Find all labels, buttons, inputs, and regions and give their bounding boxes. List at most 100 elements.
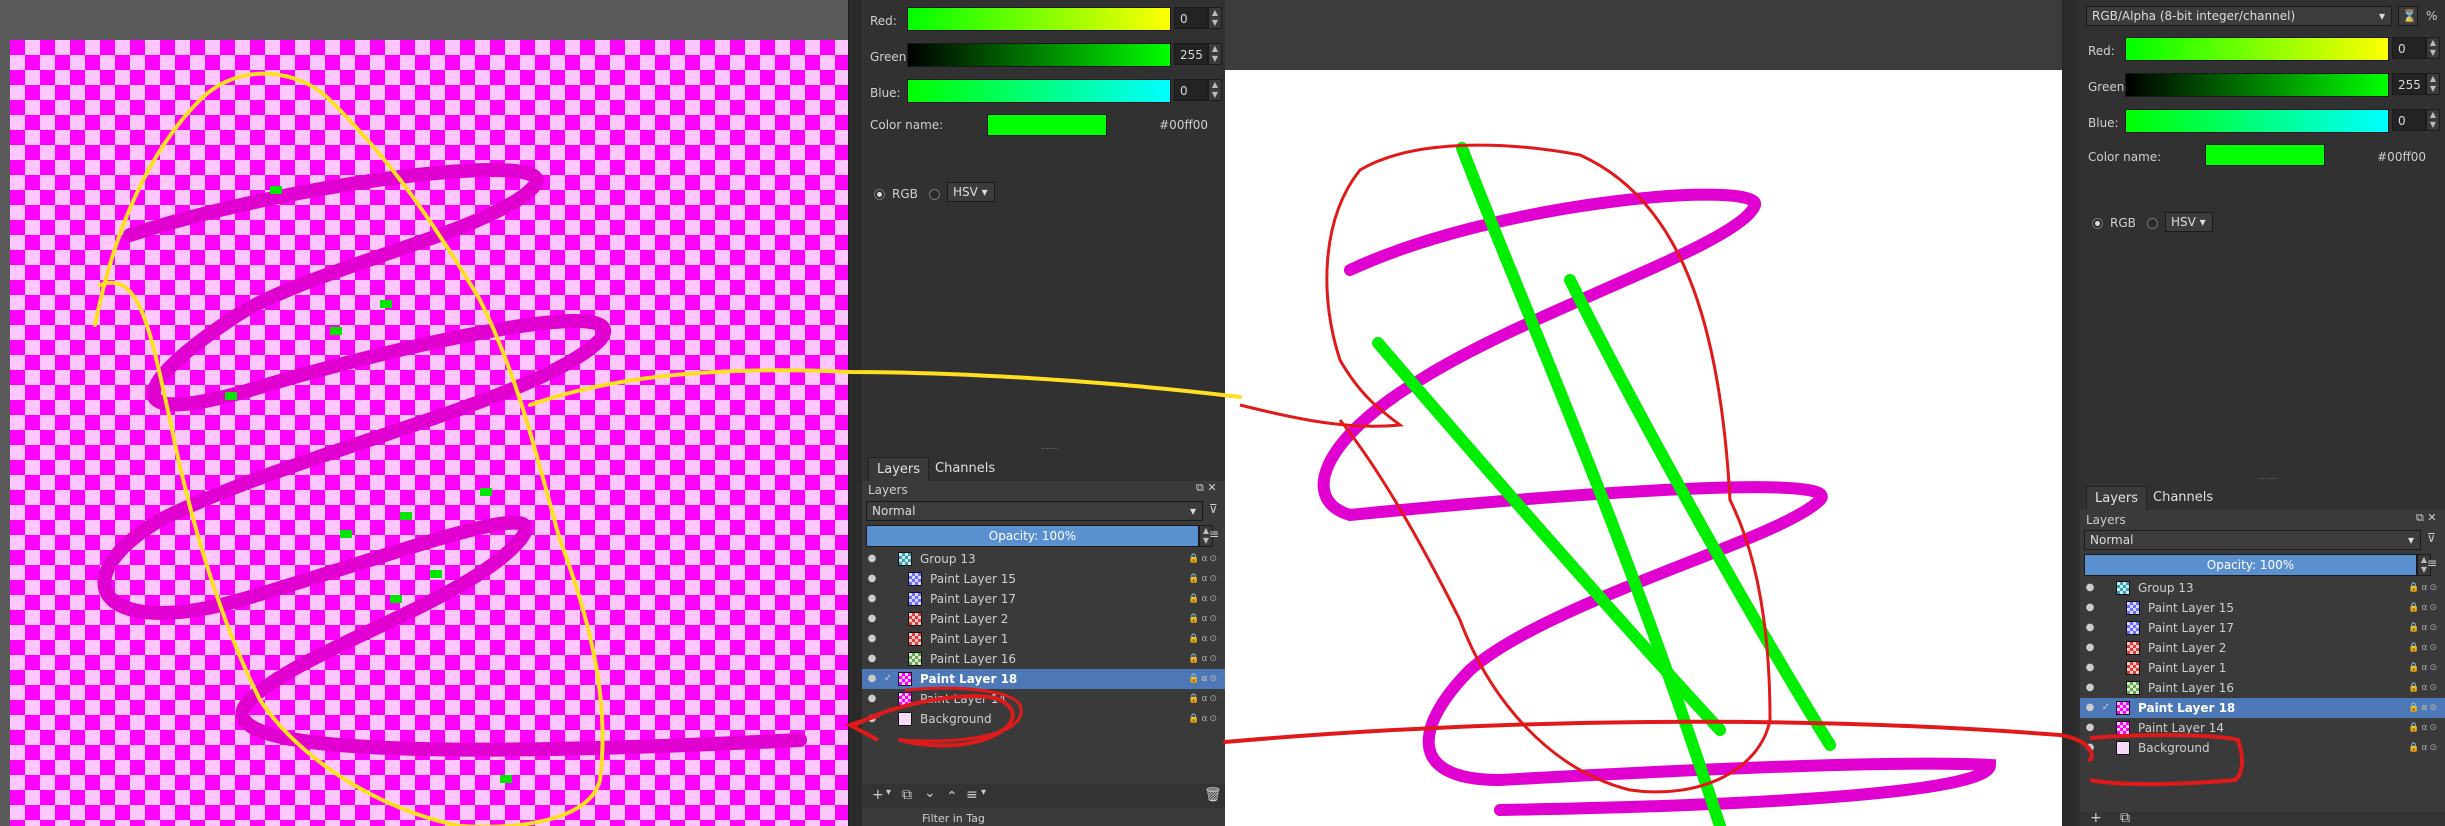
tab-channels[interactable]: Channels [927,457,1003,481]
active-check-icon[interactable] [882,613,894,625]
green-slider[interactable] [907,43,1171,67]
layer-menu-icon[interactable]: ≡ [1209,527,1219,541]
active-check-icon[interactable] [882,653,894,665]
active-check-icon[interactable] [2100,722,2112,734]
right-red-spin[interactable]: ▲ ▼ [2426,37,2440,59]
eye-icon[interactable]: ● [2084,682,2096,694]
left-layer-row[interactable]: ● Paint Layer 1 🔒α⊙ [862,629,1225,649]
add-layer-menu-icon[interactable]: ▾ [886,787,891,798]
eye-icon[interactable]: ● [2084,622,2096,634]
layer-properties-icons[interactable]: 🔒α⊙ [2408,738,2439,758]
right-float-icon[interactable]: ⧉ ✕ [2416,511,2437,525]
eye-icon[interactable]: ● [866,653,878,665]
right-duplicate-layer-button[interactable]: ⧉ [2120,810,2130,826]
right-red-slider[interactable] [2125,37,2389,61]
right-green-spin[interactable]: ▲ ▼ [2426,73,2440,95]
layer-properties-icons[interactable]: 🔒α⊙ [2408,718,2439,738]
layer-properties-icons[interactable]: 🔒α⊙ [1188,609,1219,629]
layer-properties-icons[interactable]: 🔒α⊙ [1188,669,1219,689]
active-check-icon[interactable]: ✓ [2100,702,2112,714]
layer-properties-icons[interactable]: 🔒α⊙ [2408,698,2439,718]
eye-icon[interactable]: ● [2084,662,2096,674]
right-opacity-slider[interactable]: Opacity: 100% [2084,554,2417,576]
right-filter-icon[interactable]: ⊽ [2427,531,2436,545]
eye-icon[interactable]: ● [866,693,878,705]
layer-properties-icons[interactable]: 🔒α⊙ [2408,638,2439,658]
reset-icon[interactable]: ⌛ [2398,6,2418,26]
right-add-layer-button[interactable]: + [2090,810,2102,826]
red-value[interactable]: 0 [1174,7,1208,29]
duplicate-layer-button[interactable]: ⧉ [902,787,912,803]
right-blue-slider[interactable] [2125,109,2389,133]
add-layer-button[interactable]: + [872,787,884,803]
layer-properties-icons[interactable]: 🔒α⊙ [2408,578,2439,598]
active-check-icon[interactable] [2100,582,2112,594]
right-layer-row[interactable]: ● Paint Layer 1 🔒α⊙ [2080,658,2445,678]
eye-icon[interactable]: ● [2084,602,2096,614]
right-green-slider[interactable] [2125,73,2389,97]
eye-icon[interactable]: ● [866,613,878,625]
float-icon[interactable]: ⧉ ✕ [1196,481,1217,495]
left-layer-row[interactable]: ● Paint Layer 16 🔒α⊙ [862,649,1225,669]
opacity-slider[interactable]: Opacity: 100% [866,525,1199,547]
eye-icon[interactable]: ● [866,713,878,725]
delete-layer-button[interactable]: 🗑 [1204,787,1222,803]
active-check-icon[interactable] [882,633,894,645]
eye-icon[interactable]: ● [866,573,878,585]
right-splitter-handle[interactable] [2260,478,2276,481]
layer-properties-icons[interactable]: 🔒α⊙ [2408,618,2439,638]
eye-icon[interactable]: ● [866,673,878,685]
active-check-icon[interactable] [882,593,894,605]
right-layer-row[interactable]: ● Paint Layer 15 🔒α⊙ [2080,598,2445,618]
color-space-combo[interactable]: RGB/Alpha (8-bit integer/channel) ▾ [2086,6,2392,26]
left-layer-row[interactable]: ● Paint Layer 15 🔒α⊙ [862,569,1225,589]
eye-icon[interactable]: ● [2084,742,2096,754]
active-check-icon[interactable] [2100,682,2112,694]
layer-properties-button[interactable]: ≡ [966,787,978,803]
active-check-icon[interactable] [2100,742,2112,754]
layer-properties-icons[interactable]: 🔒α⊙ [1188,549,1219,569]
active-check-icon[interactable] [2100,642,2112,654]
right-tab-channels[interactable]: Channels [2145,486,2221,510]
right-layer-row[interactable]: ● Paint Layer 14 🔒α⊙ [2080,718,2445,738]
right-blend-mode-combo[interactable]: Normal ▾ [2084,530,2421,550]
right-tab-layers[interactable]: Layers [2086,486,2148,510]
right-layer-row[interactable]: ● Paint Layer 16 🔒α⊙ [2080,678,2445,698]
eye-icon[interactable]: ● [866,633,878,645]
move-down-button[interactable]: ⌄ [924,785,936,801]
eye-icon[interactable]: ● [2084,722,2096,734]
green-spin[interactable]: ▲ ▼ [1208,43,1222,65]
left-layer-row[interactable]: ● Paint Layer 14 🔒α⊙ [862,689,1225,709]
right-layer-row[interactable]: ● Paint Layer 2 🔒α⊙ [2080,638,2445,658]
layer-properties-icons[interactable]: 🔒α⊙ [1188,649,1219,669]
active-check-icon[interactable]: ✓ [882,673,894,685]
blue-value[interactable]: 0 [1174,79,1208,101]
tab-layers[interactable]: Layers [868,457,930,481]
green-value[interactable]: 255 [1174,43,1208,65]
move-up-button[interactable]: ⌃ [946,789,958,805]
layer-properties-icons[interactable]: 🔒α⊙ [1188,589,1219,609]
properties-menu-icon[interactable]: ▾ [981,787,986,798]
layer-properties-icons[interactable]: 🔒α⊙ [1188,709,1219,729]
red-slider[interactable] [907,7,1171,31]
active-check-icon[interactable] [882,553,894,565]
layer-properties-icons[interactable]: 🔒α⊙ [2408,678,2439,698]
active-check-icon[interactable] [2100,662,2112,674]
active-check-icon[interactable] [882,693,894,705]
eye-icon[interactable]: ● [2084,702,2096,714]
right-color-name-value[interactable]: #00ff00 [2366,150,2426,164]
right-red-value[interactable]: 0 [2392,37,2426,59]
right-blue-value[interactable]: 0 [2392,109,2426,131]
eye-icon[interactable]: ● [2084,642,2096,654]
right-hsv-combo[interactable]: HSV ▾ [2165,212,2213,232]
active-check-icon[interactable] [2100,622,2112,634]
right-blue-spin[interactable]: ▲ ▼ [2426,109,2440,131]
layer-properties-icons[interactable]: 🔒α⊙ [2408,658,2439,678]
left-layer-row[interactable]: ● Paint Layer 17 🔒α⊙ [862,589,1225,609]
blue-spin[interactable]: ▲ ▼ [1208,79,1222,101]
active-check-icon[interactable] [2100,602,2112,614]
active-check-icon[interactable] [882,573,894,585]
right-layer-row[interactable]: ● ✓ Paint Layer 18 🔒α⊙ [2080,698,2445,718]
red-spin[interactable]: ▲ ▼ [1208,7,1222,29]
color-name-value[interactable]: #00ff00 [1148,118,1208,132]
